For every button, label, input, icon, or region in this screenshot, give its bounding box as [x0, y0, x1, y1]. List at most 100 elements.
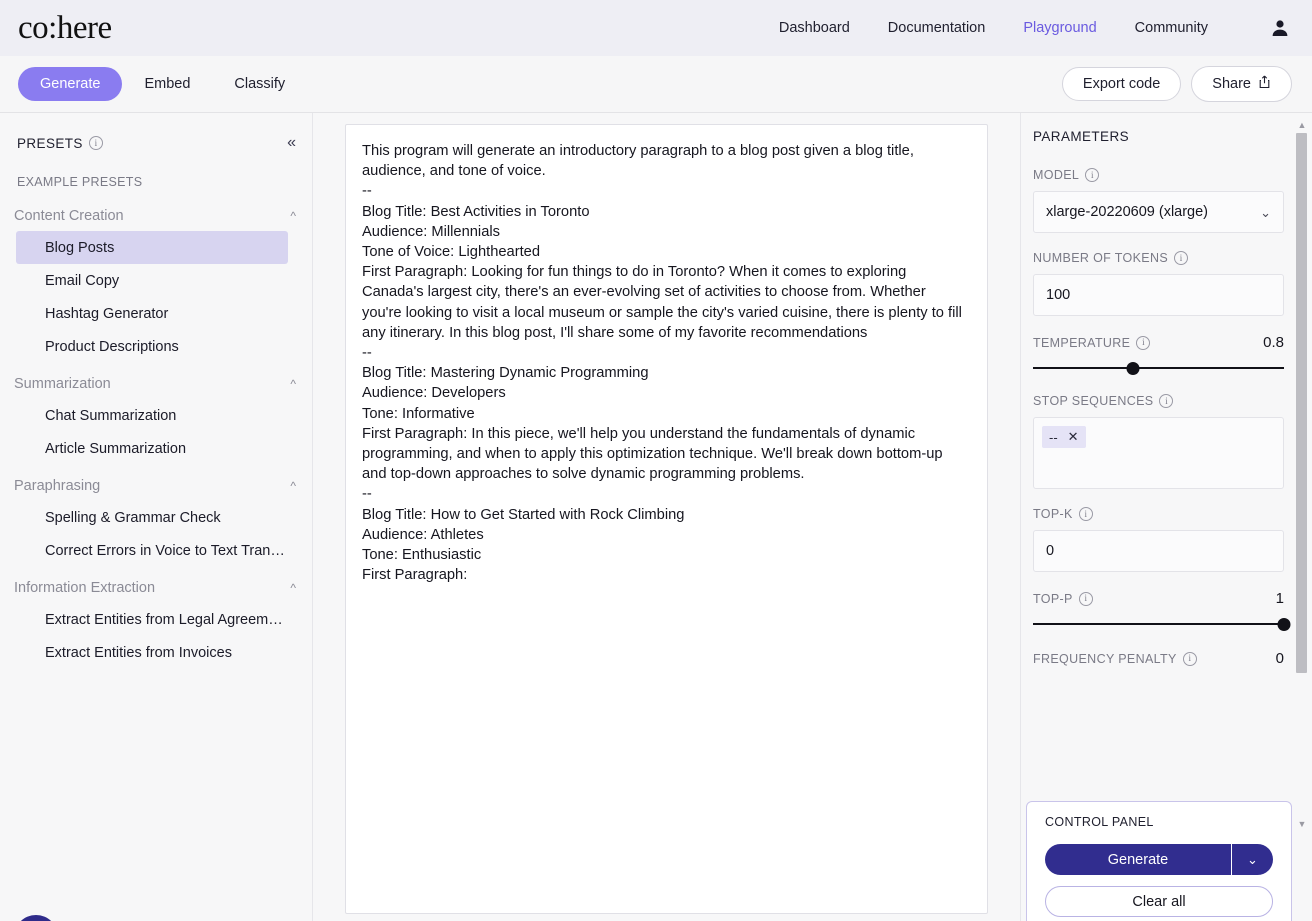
group-header-information-extraction[interactable]: Information Extraction ^	[0, 573, 312, 603]
field-model: MODEL i xlarge-20220609 (xlarge) ⌄	[1033, 168, 1284, 233]
slider-thumb[interactable]	[1126, 361, 1140, 375]
stop-sequences-label-row: STOP SEQUENCES i	[1033, 394, 1284, 408]
stop-sequence-tag-label: --	[1049, 429, 1058, 445]
sidebar-item-hashtag-generator[interactable]: Hashtag Generator	[16, 297, 288, 330]
control-panel-title: CONTROL PANEL	[1045, 815, 1154, 829]
info-icon[interactable]: i	[1174, 251, 1189, 265]
chevron-down-icon[interactable]: ⌄	[1231, 844, 1273, 875]
scroll-up-arrow[interactable]: ▲	[1296, 121, 1308, 130]
chevron-up-icon: ^	[290, 581, 296, 595]
model-label: MODEL	[1033, 168, 1080, 182]
chevron-up-icon: ^	[290, 209, 296, 223]
nav-link-playground[interactable]: Playground	[1023, 20, 1096, 36]
scroll-down-arrow[interactable]: ▼	[1296, 819, 1308, 829]
nav-link-community[interactable]: Community	[1135, 20, 1208, 36]
field-stop-sequences: STOP SEQUENCES i -- ✕	[1033, 394, 1284, 489]
info-icon[interactable]: i	[1182, 651, 1197, 666]
info-icon[interactable]: i	[1159, 394, 1174, 408]
sidebar-item-extract-entities-legal[interactable]: Extract Entities from Legal Agreem…	[16, 603, 288, 636]
group-label: Content Creation	[14, 208, 124, 224]
temperature-value: 0.8	[1263, 334, 1284, 351]
prompt-editor[interactable]: This program will generate an introducto…	[345, 124, 988, 914]
info-icon[interactable]: i	[1078, 591, 1093, 606]
sidebar-item-article-summarization[interactable]: Article Summarization	[16, 432, 288, 465]
sidebar-item-product-descriptions[interactable]: Product Descriptions	[16, 330, 288, 363]
group-header-paraphrasing[interactable]: Paraphrasing ^	[0, 471, 312, 501]
chat-bubble-icon[interactable]	[14, 915, 58, 921]
export-code-label: Export code	[1082, 76, 1161, 92]
temperature-label: TEMPERATURE	[1033, 335, 1131, 350]
preset-group-summarization: Summarization ^ Chat Summarization Artic…	[0, 369, 312, 465]
num-tokens-input[interactable]: 100	[1033, 274, 1284, 316]
temperature-label-row: TEMPERATURE i 0.8	[1033, 334, 1284, 351]
info-icon[interactable]: i	[1136, 335, 1151, 350]
group-header-content-creation[interactable]: Content Creation ^	[0, 201, 312, 231]
tab-classify[interactable]: Classify	[212, 67, 307, 101]
double-chevron-left-icon[interactable]: «	[287, 135, 296, 151]
field-frequency-penalty: FREQUENCY PENALTY i 0	[1033, 650, 1284, 667]
sidebar-item-extract-entities-invoices[interactable]: Extract Entities from Invoices	[16, 636, 288, 669]
user-icon[interactable]	[1268, 16, 1292, 40]
frequency-penalty-label: FREQUENCY PENALTY	[1033, 651, 1177, 666]
preset-group-information-extraction: Information Extraction ^ Extract Entitie…	[0, 573, 312, 669]
slider-track	[1033, 367, 1284, 369]
info-icon[interactable]: i	[1085, 168, 1100, 182]
sidebar-item-email-copy[interactable]: Email Copy	[16, 264, 288, 297]
chevron-up-icon: ^	[290, 377, 296, 391]
example-presets-label: EXAMPLE PRESETS	[17, 175, 143, 189]
nav-link-dashboard[interactable]: Dashboard	[779, 20, 850, 36]
sidebar-item-blog-posts[interactable]: Blog Posts	[16, 231, 288, 264]
slider-thumb[interactable]	[1277, 617, 1291, 631]
sidebar-item-correct-errors-voice-to-text[interactable]: Correct Errors in Voice to Text Tran…	[16, 534, 288, 567]
share-label: Share	[1212, 76, 1251, 92]
model-select[interactable]: xlarge-20220609 (xlarge) ⌄	[1033, 191, 1284, 233]
frequency-penalty-value: 0	[1275, 650, 1284, 667]
stop-sequence-tag: -- ✕	[1042, 426, 1086, 448]
tab-embed[interactable]: Embed	[122, 67, 212, 101]
top-header: co:here Dashboard Documentation Playgrou…	[0, 0, 1312, 56]
nav-link-documentation[interactable]: Documentation	[888, 20, 986, 36]
num-tokens-label: NUMBER OF TOKENS	[1033, 251, 1169, 265]
share-upload-icon	[1258, 75, 1271, 93]
tab-bar: Generate Embed Classify Export code Shar…	[0, 56, 1312, 113]
generate-button-group: Generate ⌄	[1045, 844, 1273, 875]
share-button[interactable]: Share	[1191, 66, 1292, 102]
num-tokens-label-row: NUMBER OF TOKENS i	[1033, 251, 1284, 265]
tab-generate[interactable]: Generate	[18, 67, 123, 101]
top-p-label: TOP-P	[1033, 591, 1073, 606]
chevron-down-icon: ⌄	[1260, 204, 1271, 220]
model-value: xlarge-20220609 (xlarge)	[1046, 204, 1209, 220]
presets-sidebar: PRESETS i « EXAMPLE PRESETS Content Crea…	[0, 113, 313, 921]
control-panel: CONTROL PANEL Generate ⌄ Clear all Save	[1026, 801, 1292, 921]
sidebar-item-chat-summarization[interactable]: Chat Summarization	[16, 399, 288, 432]
top-p-label-row: TOP-P i 1	[1033, 590, 1284, 607]
presets-header: PRESETS i «	[0, 131, 312, 155]
group-header-summarization[interactable]: Summarization ^	[0, 369, 312, 399]
preset-group-paraphrasing: Paraphrasing ^ Spelling & Grammar Check …	[0, 471, 312, 567]
field-number-of-tokens: NUMBER OF TOKENS i 100	[1033, 251, 1284, 316]
temperature-slider[interactable]	[1033, 360, 1284, 376]
group-label: Information Extraction	[14, 580, 156, 596]
sidebar-item-spelling-grammar-check[interactable]: Spelling & Grammar Check	[16, 501, 288, 534]
group-label: Summarization	[14, 376, 111, 392]
cohere-logo[interactable]: co:here	[18, 11, 112, 45]
top-k-input[interactable]: 0	[1033, 530, 1284, 572]
presets-title: PRESETS	[17, 135, 83, 151]
scrollbar-thumb[interactable]	[1296, 133, 1307, 673]
stop-sequences-input[interactable]: -- ✕	[1033, 417, 1284, 489]
parameters-panel: PARAMETERS MODEL i xlarge-20220609 (xlar…	[1020, 113, 1312, 921]
slider-track	[1033, 623, 1284, 625]
field-top-p: TOP-P i 1	[1033, 590, 1291, 632]
close-icon[interactable]: ✕	[1068, 429, 1079, 445]
parameters-title: PARAMETERS	[1033, 129, 1130, 144]
top-p-slider[interactable]	[1033, 616, 1291, 632]
info-icon[interactable]: i	[1078, 507, 1093, 521]
parameters-scrollbar[interactable]: ▲	[1296, 121, 1308, 821]
info-icon[interactable]: i	[88, 136, 103, 150]
top-k-label-row: TOP-K i	[1033, 507, 1284, 521]
generate-button[interactable]: Generate	[1045, 844, 1231, 875]
field-top-k: TOP-K i 0	[1033, 507, 1284, 572]
clear-all-button[interactable]: Clear all	[1045, 886, 1273, 917]
chevron-up-icon: ^	[290, 479, 296, 493]
export-code-button[interactable]: Export code	[1061, 67, 1182, 101]
